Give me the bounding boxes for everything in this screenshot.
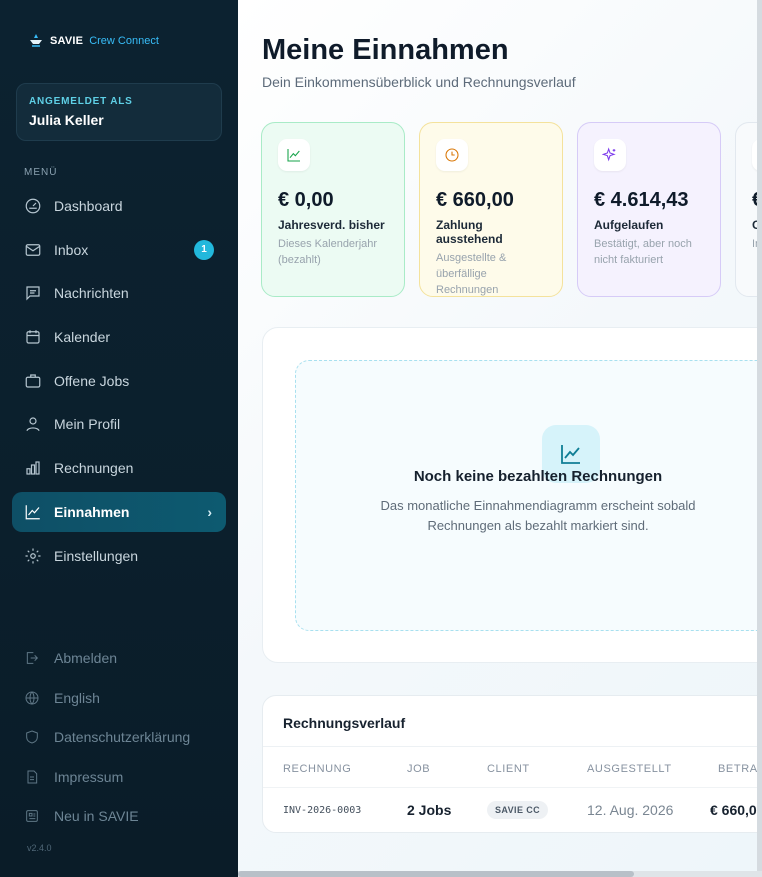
page-subtitle: Dein Einkommensüberblick und Rechnungsve…	[262, 74, 576, 90]
footer-item-english[interactable]: English	[12, 680, 226, 716]
nav-item-kalender[interactable]: Kalender	[12, 317, 226, 357]
column-header-job[interactable]: JOB	[407, 763, 430, 775]
nav-label: Nachrichten	[54, 285, 129, 302]
nav-label: Einstellungen	[54, 547, 139, 564]
column-header-betrag[interactable]: BETRAG	[718, 763, 762, 775]
stat-card-pending: € 660,00 Zahlung ausstehend Ausgestellte…	[419, 122, 563, 297]
invoice-amount: € 660,00	[710, 802, 762, 818]
user-card: ANGEMELDET ALS Julia Keller	[16, 83, 222, 141]
trend-chart-icon	[287, 149, 300, 162]
footer-item-impressum[interactable]: Impressum	[12, 759, 226, 795]
inbox-icon	[25, 243, 41, 256]
nav-item-einstellungen[interactable]: Einstellungen	[12, 536, 226, 576]
column-header-ausgestellt[interactable]: AUSGESTELLT	[587, 763, 672, 775]
stat-label: Jahresverd. bisher	[278, 218, 385, 232]
briefcase-icon	[25, 374, 41, 388]
brand-logo[interactable]: SAVIE Crew Connect	[28, 34, 159, 48]
invoice-history-title: Rechnungsverlauf	[283, 715, 406, 731]
bar-chart-icon	[26, 461, 40, 475]
invoice-issued-date: 12. Aug. 2026	[587, 802, 674, 818]
stat-value: € 660,00	[436, 189, 514, 211]
user-icon	[26, 417, 40, 432]
chevron-right-icon: ›	[207, 503, 212, 520]
nav-item-dashboard[interactable]: Dashboard	[12, 186, 226, 226]
stat-desc: Ausgestellte & überfällige Rechnungen	[436, 252, 507, 296]
column-header-rechnung[interactable]: RECHNUNG	[283, 763, 351, 775]
stat-label: Zahlung ausstehend	[436, 218, 503, 246]
nav-item-offene-jobs[interactable]: Offene Jobs	[12, 361, 226, 401]
nav-item-mein-profil[interactable]: Mein Profil	[12, 404, 226, 444]
calendar-icon	[26, 330, 40, 344]
logout-icon	[26, 652, 39, 664]
nav-label: Kalender	[54, 329, 111, 346]
divider	[263, 746, 762, 747]
main-content: Meine Einnahmen Dein Einkommensüberblick…	[238, 0, 762, 877]
empty-state-desc: Das monatliche Einnahmendiagramm erschei…	[380, 498, 696, 533]
footer-label: Neu in SAVIE	[54, 808, 139, 825]
empty-state-title: Noch keine bezahlten Rechnungen	[413, 468, 663, 485]
nav-label: Rechnungen	[54, 460, 134, 477]
sidebar-footer: Abmelden English Datenschutzerklärung Im…	[12, 640, 226, 838]
stat-label: Aufgelaufen	[594, 218, 664, 232]
sidebar: SAVIE Crew Connect ANGEMELDET ALS Julia …	[0, 0, 238, 877]
invoice-job: 2 Jobs	[407, 802, 452, 818]
nav-label: Mein Profil	[54, 416, 121, 433]
divider	[263, 787, 762, 788]
footer-label: English	[54, 689, 100, 706]
stat-icon-box	[594, 139, 626, 171]
stat-card-ytd: € 0,00 Jahresverd. bisher Dieses Kalende…	[261, 122, 405, 297]
scrollbar-thumb[interactable]	[238, 871, 634, 877]
user-card-label: ANGEMELDET ALS	[29, 96, 133, 107]
column-header-client[interactable]: CLIENT	[487, 763, 530, 775]
brand-name: SAVIE	[50, 35, 84, 47]
footer-item-neu-in-savie[interactable]: Neu in SAVIE	[12, 798, 226, 834]
nav-item-einnahmen[interactable]: Einnahmen ›	[12, 491, 226, 532]
footer-label: Abmelden	[54, 650, 118, 666]
stat-desc: Bestätigt, aber noch nicht fakturiert	[594, 238, 692, 266]
dashboard-icon	[25, 198, 41, 214]
nav-label: Offene Jobs	[54, 372, 130, 389]
footer-label: Impressum	[54, 768, 124, 785]
user-name: Julia Keller	[29, 112, 104, 128]
menu-heading: MENÜ	[24, 167, 58, 178]
stat-icon-box	[278, 139, 310, 171]
stat-desc: Dieses Kalenderjahr (bezahlt)	[278, 238, 378, 266]
nav-label: Einnahmen	[54, 503, 130, 520]
horizontal-scrollbar[interactable]	[238, 871, 762, 877]
vertical-scrollbar[interactable]	[757, 0, 762, 877]
footer-item-abmelden[interactable]: Abmelden	[12, 640, 226, 676]
stat-card-accrued: € 4.614,43 Aufgelaufen Bestätigt, aber n…	[577, 122, 721, 297]
page-title: Meine Einnahmen	[262, 34, 509, 66]
shield-icon	[26, 730, 38, 744]
nav-label: Dashboard	[54, 198, 123, 214]
trend-chart-icon	[561, 445, 580, 464]
income-chart-card: Noch keine bezahlten Rechnungen Das mona…	[262, 327, 762, 663]
nav-label: Inbox	[54, 241, 89, 258]
app-version: v2.4.0	[27, 843, 52, 853]
nav-item-nachrichten[interactable]: Nachrichten	[12, 273, 226, 313]
main-nav: Dashboard Inbox 1 Nachrichten Kalender O…	[12, 186, 226, 579]
footer-item-datenschutz[interactable]: Datenschutzerklärung	[12, 719, 226, 755]
footer-label: Datenschutzerklärung	[54, 729, 191, 746]
sparkle-icon	[602, 147, 616, 162]
invoice-history-card: Rechnungsverlauf RECHNUNG JOB CLIENT AUS…	[262, 695, 762, 833]
stat-value: € 4.614,43	[594, 189, 689, 211]
savie-logo-icon	[30, 34, 42, 47]
invoice-number[interactable]: INV-2026-0003	[283, 805, 361, 816]
brand-suffix: Crew Connect	[89, 35, 159, 47]
news-icon	[26, 810, 38, 823]
client-badge: SAVIE CC	[487, 801, 549, 819]
nav-item-inbox[interactable]: Inbox 1	[12, 230, 226, 270]
globe-icon	[25, 691, 39, 705]
stat-icon-box	[436, 139, 468, 171]
nav-item-rechnungen[interactable]: Rechnungen	[12, 448, 226, 488]
trend-chart-icon	[25, 505, 40, 520]
gear-icon	[25, 548, 41, 563]
document-icon	[27, 770, 38, 784]
clock-icon	[445, 148, 459, 162]
stat-value: € 0,00	[278, 189, 334, 211]
message-icon	[26, 286, 40, 301]
inbox-badge: 1	[194, 239, 214, 260]
